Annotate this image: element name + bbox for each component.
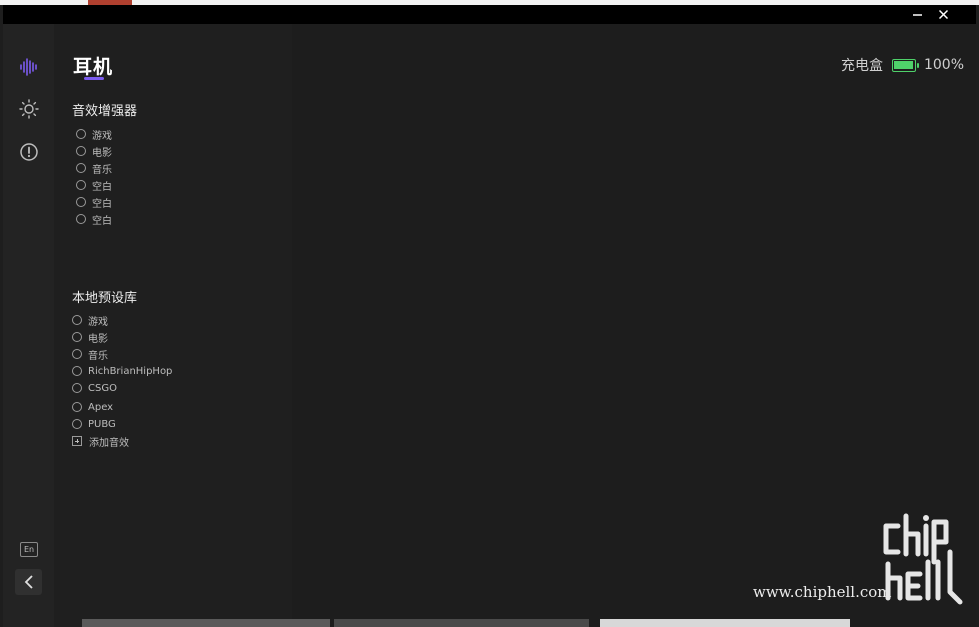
add-preset-button[interactable]: 添加音效 (72, 434, 129, 449)
background-thumbnail (334, 619, 589, 627)
battery-status: 充电盒 100% (841, 55, 964, 75)
sidebar-item-sound[interactable] (17, 55, 41, 79)
back-button[interactable] (15, 569, 42, 595)
radio-icon (76, 163, 86, 173)
battery-fill (894, 61, 914, 69)
enhancer-option[interactable]: 空白 (76, 195, 112, 210)
radio-icon (72, 315, 82, 325)
option-label: 音乐 (88, 350, 108, 362)
preset-option[interactable]: 电影 (72, 330, 108, 345)
enhancer-option[interactable]: 游戏 (76, 127, 112, 142)
option-label: 空白 (92, 215, 112, 227)
radio-icon (76, 146, 86, 156)
background-thumbnail (600, 619, 850, 627)
option-label: 游戏 (88, 316, 108, 328)
battery-label: 充电盒 (840, 58, 883, 74)
option-label: Apex (88, 401, 114, 413)
close-icon (938, 9, 948, 20)
preset-option[interactable]: Apex (72, 400, 113, 414)
radio-icon (72, 419, 82, 429)
option-label: RichBrianHipHop (88, 365, 173, 377)
sidebar-item-info[interactable] (17, 140, 41, 164)
chiphell-logo (883, 513, 963, 605)
option-label: 空白 (92, 198, 112, 210)
background-thumbnail (82, 619, 330, 627)
sound-wave-icon (20, 58, 37, 76)
language-toggle-button[interactable]: En (20, 542, 38, 557)
chevron-left-icon (24, 575, 33, 589)
minimize-icon (912, 14, 922, 16)
presets-section-title: 本地预设库 (72, 291, 138, 306)
enhancer-section-title: 音效增强器 (72, 104, 138, 119)
title-underline (84, 77, 104, 80)
option-label: 电影 (88, 333, 108, 345)
option-label: CSGO (88, 382, 117, 394)
radio-icon (76, 197, 86, 207)
option-label: 游戏 (92, 130, 112, 142)
radio-icon (76, 180, 86, 190)
option-label: 电影 (92, 147, 112, 159)
main-area (292, 24, 976, 627)
battery-percent: 100% (923, 57, 964, 73)
title-bar (3, 5, 976, 24)
enhancer-option[interactable]: 音乐 (76, 161, 112, 176)
plus-icon (72, 436, 82, 446)
sun-icon (19, 99, 39, 119)
sidebar-item-brightness[interactable] (17, 97, 41, 121)
page-title: 耳机 (73, 56, 114, 78)
close-button[interactable] (931, 5, 955, 24)
enhancer-option[interactable]: 空白 (76, 212, 112, 227)
radio-icon (72, 383, 82, 393)
language-label: En (23, 545, 35, 554)
radio-icon (72, 349, 82, 359)
preset-option[interactable]: 游戏 (72, 313, 108, 328)
radio-icon (76, 214, 86, 224)
radio-icon (76, 129, 86, 139)
sidebar (3, 24, 54, 627)
preset-option[interactable]: PUBG (72, 417, 116, 431)
option-label: PUBG (88, 418, 116, 430)
radio-icon (72, 332, 82, 342)
preset-option[interactable]: CSGO (72, 381, 117, 395)
watermark-url: www.chiphell.com (753, 583, 892, 601)
option-label: 空白 (92, 181, 112, 193)
battery-icon (891, 58, 919, 72)
radio-icon (72, 366, 82, 376)
add-preset-label: 添加音效 (89, 437, 129, 449)
enhancer-option[interactable]: 电影 (76, 144, 112, 159)
preset-option[interactable]: RichBrianHipHop (72, 364, 172, 378)
minimize-button[interactable] (905, 5, 929, 24)
radio-icon (72, 402, 82, 412)
preset-option[interactable]: 音乐 (72, 347, 108, 362)
option-label: 音乐 (92, 164, 112, 176)
alert-circle-icon (20, 143, 38, 161)
enhancer-option[interactable]: 空白 (76, 178, 112, 193)
